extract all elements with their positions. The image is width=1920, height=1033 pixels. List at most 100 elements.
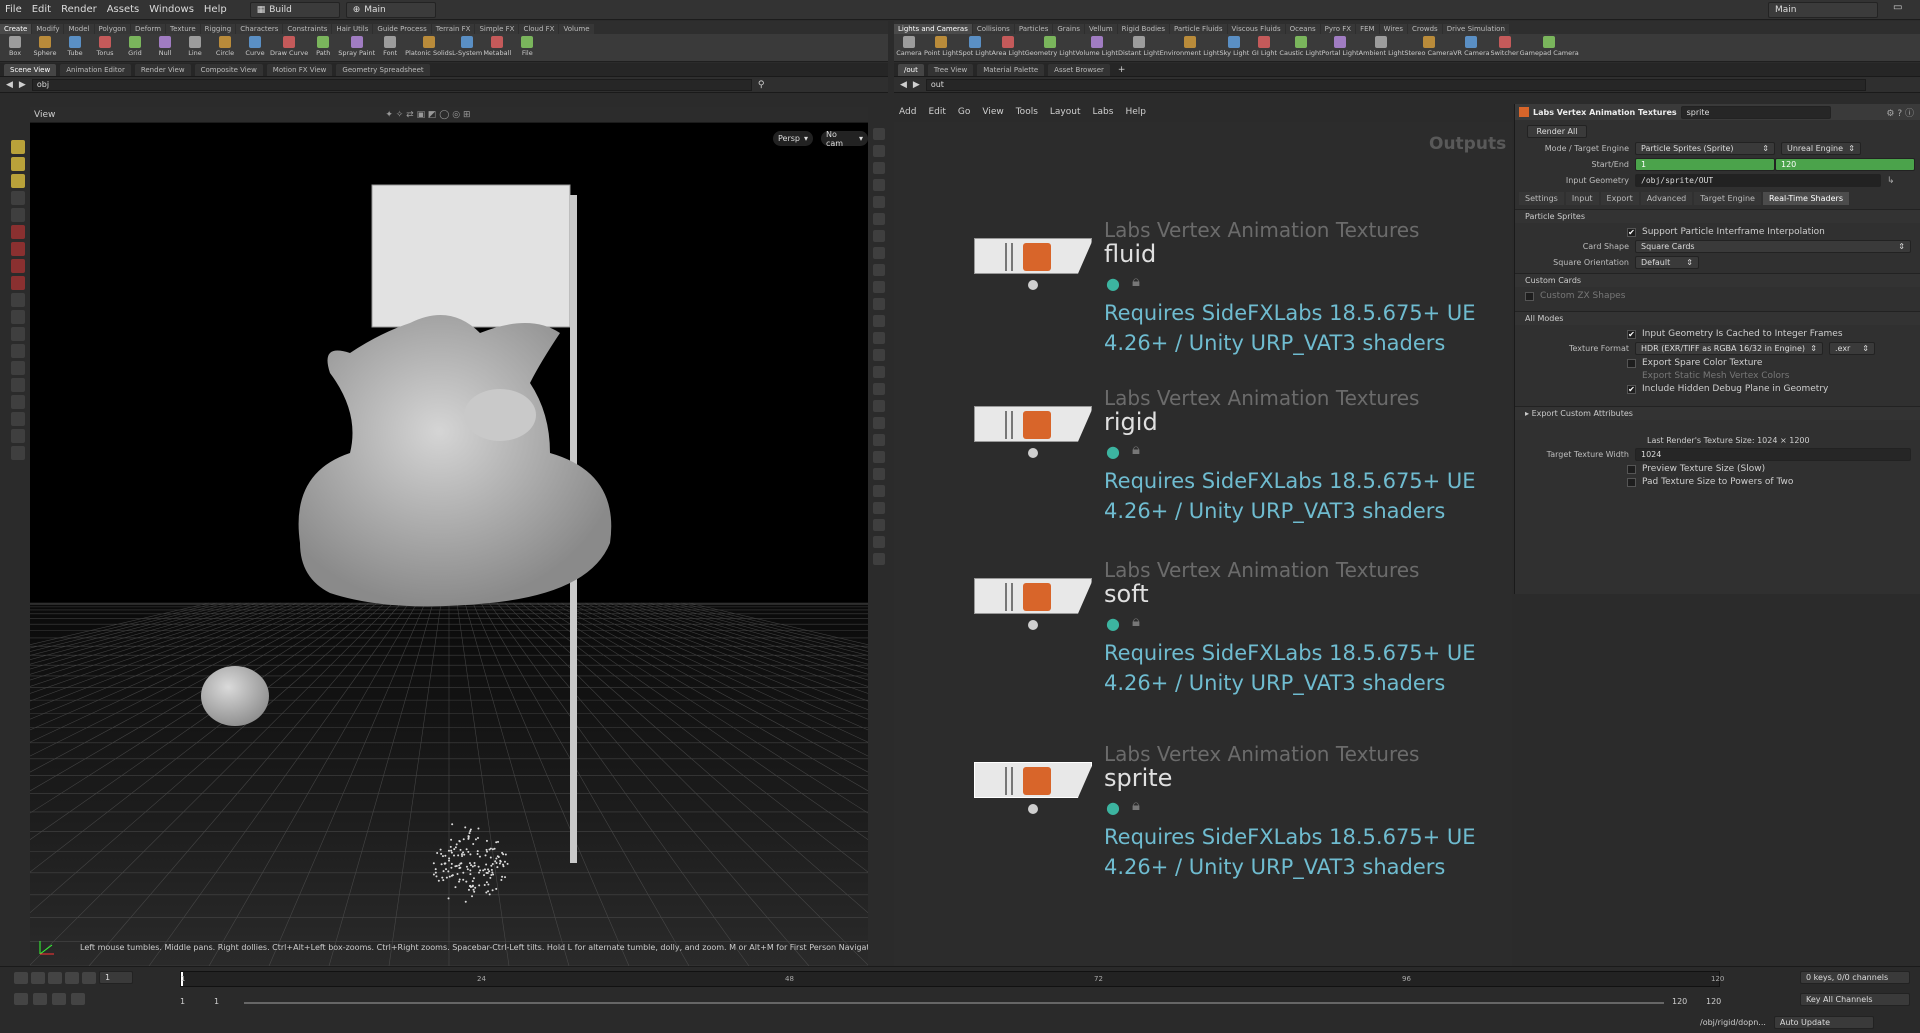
node-body[interactable] — [974, 762, 1092, 798]
shelf-tab-wires[interactable]: Wires — [1379, 24, 1407, 34]
render-icon[interactable] — [11, 361, 25, 375]
menu-windows[interactable]: Windows — [144, 4, 199, 15]
net-menu-add[interactable]: Add — [894, 107, 921, 117]
add-tab-icon[interactable]: + — [1118, 65, 1126, 75]
tool-metaball[interactable]: Metaball — [482, 36, 512, 57]
param-tab-input[interactable]: Input — [1565, 192, 1599, 205]
network-editor[interactable]: Outputs Labs Vertex Animation Textures fl… — [894, 122, 1512, 966]
display-option-24-icon[interactable] — [873, 536, 885, 548]
comment-icon[interactable]: ● — [1106, 798, 1120, 817]
param-tab-advanced[interactable]: Advanced — [1640, 192, 1693, 205]
shelf-tab-fem[interactable]: FEM — [1356, 24, 1379, 34]
first-frame-button[interactable] — [14, 971, 28, 984]
param-tab-real-time-shaders[interactable]: Real-Time Shaders — [1762, 192, 1849, 205]
shelf-tab-deform[interactable]: Deform — [131, 24, 166, 34]
tab-material-palette[interactable]: Material Palette — [977, 63, 1045, 76]
left-path-field[interactable]: obj — [31, 78, 752, 91]
output-node[interactable]: Labs Vertex Animation Textures fluid ● 🔒︎ Re… — [974, 218, 1494, 378]
range-lock-toggle[interactable] — [71, 993, 85, 1005]
param-header-icons[interactable]: ⚙ ? ⓘ — [1886, 106, 1914, 119]
tool-portal-light[interactable]: Portal Light — [1322, 36, 1359, 57]
shelf-tab-pyro-fx[interactable]: Pyro FX — [1320, 24, 1356, 34]
section-particle-sprites[interactable]: Particle Sprites — [1515, 209, 1920, 223]
end-field[interactable]: 120 — [1775, 158, 1915, 171]
scale-icon[interactable] — [11, 191, 25, 205]
menu-assets[interactable]: Assets — [102, 4, 145, 15]
menu-render[interactable]: Render — [56, 4, 102, 15]
shelf-tab-model[interactable]: Model — [64, 24, 94, 34]
minimize-icon[interactable]: ▭ — [1893, 2, 1902, 13]
tool-spray-paint[interactable]: Spray Paint — [338, 36, 375, 57]
display-option-14-icon[interactable] — [873, 366, 885, 378]
shelf-tab-rigging[interactable]: Rigging — [200, 24, 236, 34]
tool-spot-light[interactable]: Spot Light — [958, 36, 992, 57]
tool-path[interactable]: Path — [308, 36, 338, 57]
tool-stereo-camera[interactable]: Stereo Camera — [1404, 36, 1453, 57]
settings-icon[interactable] — [11, 446, 25, 460]
scene-icon[interactable] — [11, 378, 25, 392]
menu-file[interactable]: File — [0, 4, 27, 15]
shelf-tab-create[interactable]: Create — [0, 24, 32, 34]
shelf-tab-guide-process[interactable]: Guide Process — [373, 24, 431, 34]
display-option-15-icon[interactable] — [873, 383, 885, 395]
node-chooser-icon[interactable]: ↳ — [1887, 176, 1895, 186]
net-menu-help[interactable]: Help — [1120, 107, 1151, 117]
help-icon[interactable] — [11, 429, 25, 443]
display-option-7-icon[interactable] — [873, 247, 885, 259]
param-tab-settings[interactable]: Settings — [1519, 192, 1564, 205]
audio-toggle[interactable] — [33, 993, 47, 1005]
tool-l-system[interactable]: L-System — [452, 36, 482, 57]
net-menu-layout[interactable]: Layout — [1045, 107, 1086, 117]
shelf-tab-rigid-bodies[interactable]: Rigid Bodies — [1117, 24, 1169, 34]
desktop-selector[interactable]: ▦ Build — [249, 1, 340, 18]
tool-platonic-solids[interactable]: Platonic Solids — [405, 36, 452, 57]
current-frame-field[interactable]: 1 — [99, 971, 133, 984]
tool-draw-curve[interactable]: Draw Curve — [270, 36, 308, 57]
tab-geometry-spreadsheet[interactable]: Geometry Spreadsheet — [336, 63, 430, 76]
display-option-3-icon[interactable] — [873, 179, 885, 191]
display-option-16-icon[interactable] — [873, 400, 885, 412]
flipbook-icon[interactable] — [11, 395, 25, 409]
tool-grid[interactable]: Grid — [120, 36, 150, 57]
output-node[interactable]: Labs Vertex Animation Textures soft ● 🔒︎ Req… — [974, 558, 1494, 718]
display-option-18-icon[interactable] — [873, 434, 885, 446]
tool-distant-light[interactable]: Distant Light — [1118, 36, 1160, 57]
net-menu-edit[interactable]: Edit — [923, 107, 950, 117]
net-menu-labs[interactable]: Labs — [1088, 107, 1119, 117]
stop-button[interactable] — [48, 971, 62, 984]
shelf-tab-drive-simulation[interactable]: Drive Simulation — [1442, 24, 1509, 34]
tool-environment-light[interactable]: Environment Light — [1160, 36, 1219, 57]
render-all-button[interactable]: Render All — [1527, 125, 1587, 138]
shelf-tab-particles[interactable]: Particles — [1014, 24, 1053, 34]
select-icon[interactable] — [11, 140, 25, 154]
mode-menu[interactable]: Particle Sprites (Sprite) ⇕ — [1635, 142, 1775, 155]
tab-motion-fx-view[interactable]: Motion FX View — [266, 63, 333, 76]
paint-icon[interactable] — [11, 327, 25, 341]
node-body[interactable] — [974, 578, 1092, 614]
pin-icon[interactable]: ⚲ — [758, 80, 765, 90]
cached-int-checkbox[interactable]: ✔ — [1627, 329, 1636, 339]
tex-format-menu[interactable]: HDR (EXR/TIFF as RGBA 16/32 in Engine) ⇕ — [1635, 342, 1823, 355]
view-icon[interactable] — [11, 310, 25, 324]
display-option-6-icon[interactable] — [873, 230, 885, 242]
range-start[interactable]: 1 — [180, 997, 185, 1006]
shelf-tab-cloud-fx[interactable]: Cloud FX — [519, 24, 559, 34]
node-body[interactable] — [974, 406, 1092, 442]
display-option-12-icon[interactable] — [873, 332, 885, 344]
output-node[interactable]: Labs Vertex Animation Textures sprite ● 🔒︎ R… — [974, 742, 1494, 902]
node-output-dot[interactable] — [1028, 620, 1038, 630]
shelf-tab-particle-fluids[interactable]: Particle Fluids — [1169, 24, 1227, 34]
realtime-toggle[interactable] — [14, 993, 28, 1005]
display-option-22-icon[interactable] — [873, 502, 885, 514]
tool-gamepad-camera[interactable]: Gamepad Camera — [1520, 36, 1579, 57]
shelf-tab-lights-and-cameras[interactable]: Lights and Cameras — [894, 24, 972, 34]
display-option-8-icon[interactable] — [873, 264, 885, 276]
tool-box[interactable]: Box — [0, 36, 30, 57]
shelf-tab-grains[interactable]: Grains — [1053, 24, 1084, 34]
shelf-tab-simple-fx[interactable]: Simple FX — [475, 24, 519, 34]
pad-pow2-checkbox[interactable] — [1627, 477, 1636, 487]
tool-sky-light[interactable]: Sky Light — [1219, 36, 1249, 57]
tab-asset-browser[interactable]: Asset Browser — [1048, 63, 1110, 76]
tool-curve[interactable]: Curve — [240, 36, 270, 57]
shelf-tab-vellum[interactable]: Vellum — [1084, 24, 1117, 34]
